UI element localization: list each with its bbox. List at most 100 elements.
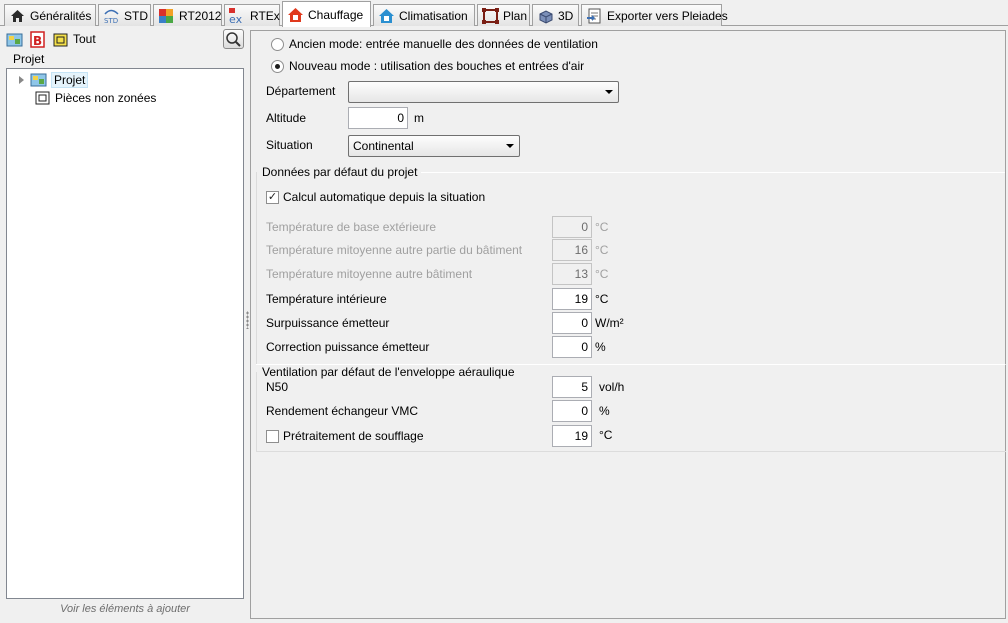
tab-chauffage[interactable]: Chauffage: [282, 1, 371, 27]
correction-puissance-unit: %: [595, 340, 606, 354]
pretreat-unit: °C: [599, 428, 613, 442]
dropdown-arrow-icon: [506, 144, 514, 148]
tab-label: STD: [124, 8, 148, 23]
auto-calc-label[interactable]: Calcul automatique depuis la situation: [283, 190, 485, 204]
temp-base-ext-unit: °C: [595, 220, 609, 234]
building-b-icon[interactable]: B: [29, 30, 46, 48]
old-mode-option[interactable]: Ancien mode: entrée manuelle des données…: [271, 37, 598, 51]
magnifier-icon: [226, 32, 241, 47]
auto-calc-checkbox[interactable]: ✓: [266, 190, 279, 204]
heating-settings-panel: Ancien mode: entrée manuelle des données…: [250, 30, 1006, 619]
temp-base-ext-label: Température de base extérieure: [266, 220, 437, 234]
departement-label: Département: [266, 84, 336, 98]
room-icon: [34, 89, 51, 106]
house-icon: [9, 8, 26, 24]
main-tab-bar: Généralités STD STD RT2012 ex RTEx Chauf…: [0, 0, 1008, 27]
altitude-unit: m: [414, 111, 424, 125]
surpuissance-unit: W/m²: [595, 316, 624, 330]
tab-rt2012[interactable]: RT2012: [153, 4, 222, 26]
temp-mitoyenne-partie-label: Température mitoyenne autre partie du bâ…: [266, 243, 523, 257]
situation-value: Continental: [353, 139, 414, 153]
new-mode-radio[interactable]: [271, 59, 284, 73]
heating-house-icon: [287, 7, 304, 23]
tree-title: Projet: [13, 52, 45, 66]
tree-toolbar: B Tout: [6, 29, 246, 49]
temp-mitoyenne-batiment-unit: °C: [595, 267, 609, 281]
temp-mitoyenne-partie-unit: °C: [595, 243, 609, 257]
surpuissance-input[interactable]: 0: [552, 312, 592, 334]
temp-mitoyenne-batiment-label: Température mitoyenne autre bâtiment: [266, 267, 473, 281]
tab-label: Plan: [503, 8, 528, 23]
tab-rtex[interactable]: ex RTEx: [224, 4, 280, 26]
tab-std[interactable]: STD STD: [98, 4, 151, 26]
n50-label: N50: [266, 380, 289, 394]
altitude-label: Altitude: [266, 111, 307, 125]
departement-select[interactable]: [348, 81, 619, 103]
tab-generalites[interactable]: Généralités: [4, 4, 96, 26]
pretreat-checkbox[interactable]: [266, 429, 279, 443]
tab-plan[interactable]: Plan: [477, 4, 530, 26]
tab-label: Exporter vers Pleiades: [607, 8, 728, 23]
tree-item-label: Projet: [51, 71, 89, 88]
project-tree[interactable]: Projet Pièces non zonées: [6, 68, 244, 599]
aircon-house-icon: [378, 8, 395, 24]
tab-label: 3D: [558, 8, 574, 23]
project-tree-panel: B Tout Projet Projet Pièces non zonées V…: [0, 27, 247, 623]
svg-text:ex: ex: [229, 13, 243, 24]
all-rooms-icon[interactable]: [52, 31, 69, 48]
pretreat-label[interactable]: Prétraitement de soufflage: [283, 429, 424, 443]
temp-base-ext-input[interactable]: 0: [552, 216, 592, 238]
svg-text:B: B: [33, 34, 42, 48]
tree-item-pieces-non-zonees[interactable]: Pièces non zonées: [34, 89, 156, 106]
rtex-icon: ex: [229, 7, 246, 26]
project-map-icon[interactable]: [6, 31, 23, 48]
tree-item-label: Pièces non zonées: [55, 90, 157, 105]
new-mode-label[interactable]: Nouveau mode : utilisation des bouches e…: [289, 59, 584, 73]
tab-climatisation[interactable]: Climatisation: [373, 4, 475, 26]
std-icon: STD: [103, 8, 120, 25]
situation-label: Situation: [266, 138, 313, 152]
auto-calc-option[interactable]: ✓ Calcul automatique depuis la situation: [266, 190, 485, 204]
tab-label: Chauffage: [308, 7, 364, 22]
temp-interieure-label: Température intérieure: [266, 292, 387, 306]
all-label[interactable]: Tout: [73, 32, 96, 46]
export-icon: [586, 8, 603, 24]
surpuissance-label: Surpuissance émetteur: [266, 316, 390, 330]
panel-splitter[interactable]: [246, 311, 249, 329]
temp-interieure-unit: °C: [595, 292, 609, 306]
tree-item-projet[interactable]: Projet: [19, 71, 89, 88]
section-divider: [256, 364, 1005, 365]
n50-unit: vol/h: [599, 380, 625, 394]
vmc-label: Rendement échangeur VMC: [266, 404, 419, 418]
temp-interieure-input[interactable]: 19: [552, 288, 592, 310]
tab-label: Climatisation: [399, 8, 468, 23]
tab-label: RT2012: [179, 8, 222, 23]
tab-exporter[interactable]: Exporter vers Pleiades: [581, 4, 728, 26]
tab-label: Généralités: [30, 8, 92, 23]
old-mode-label[interactable]: Ancien mode: entrée manuelle des données…: [289, 37, 598, 51]
situation-select[interactable]: Continental: [348, 135, 520, 157]
svg-text:STD: STD: [104, 17, 118, 24]
expand-arrow-icon[interactable]: [19, 75, 24, 84]
temp-mitoyenne-batiment-input[interactable]: 13: [552, 263, 592, 285]
plan-icon: [482, 7, 499, 24]
altitude-input[interactable]: 0: [348, 107, 408, 129]
tab-3d[interactable]: 3D: [532, 4, 579, 26]
new-mode-option[interactable]: Nouveau mode : utilisation des bouches e…: [271, 59, 584, 73]
tab-label: RTEx: [250, 8, 280, 23]
n50-input[interactable]: 5: [552, 376, 592, 398]
pretreat-option[interactable]: Prétraitement de soufflage: [266, 429, 424, 443]
temp-mitoyenne-partie-input[interactable]: 16: [552, 239, 592, 261]
3d-icon: [537, 8, 554, 24]
search-button[interactable]: [223, 29, 244, 49]
rt2012-icon: [158, 8, 175, 24]
add-elements-hint[interactable]: Voir les éléments à ajouter: [6, 603, 244, 619]
old-mode-radio[interactable]: [271, 37, 284, 51]
pretreat-input[interactable]: 19: [552, 425, 592, 447]
dropdown-arrow-icon: [605, 90, 613, 94]
correction-puissance-input[interactable]: 0: [552, 336, 592, 358]
vmc-unit: %: [599, 404, 610, 418]
vmc-input[interactable]: 0: [552, 400, 592, 422]
project-map-icon: [30, 71, 47, 88]
correction-puissance-label: Correction puissance émetteur: [266, 340, 430, 354]
